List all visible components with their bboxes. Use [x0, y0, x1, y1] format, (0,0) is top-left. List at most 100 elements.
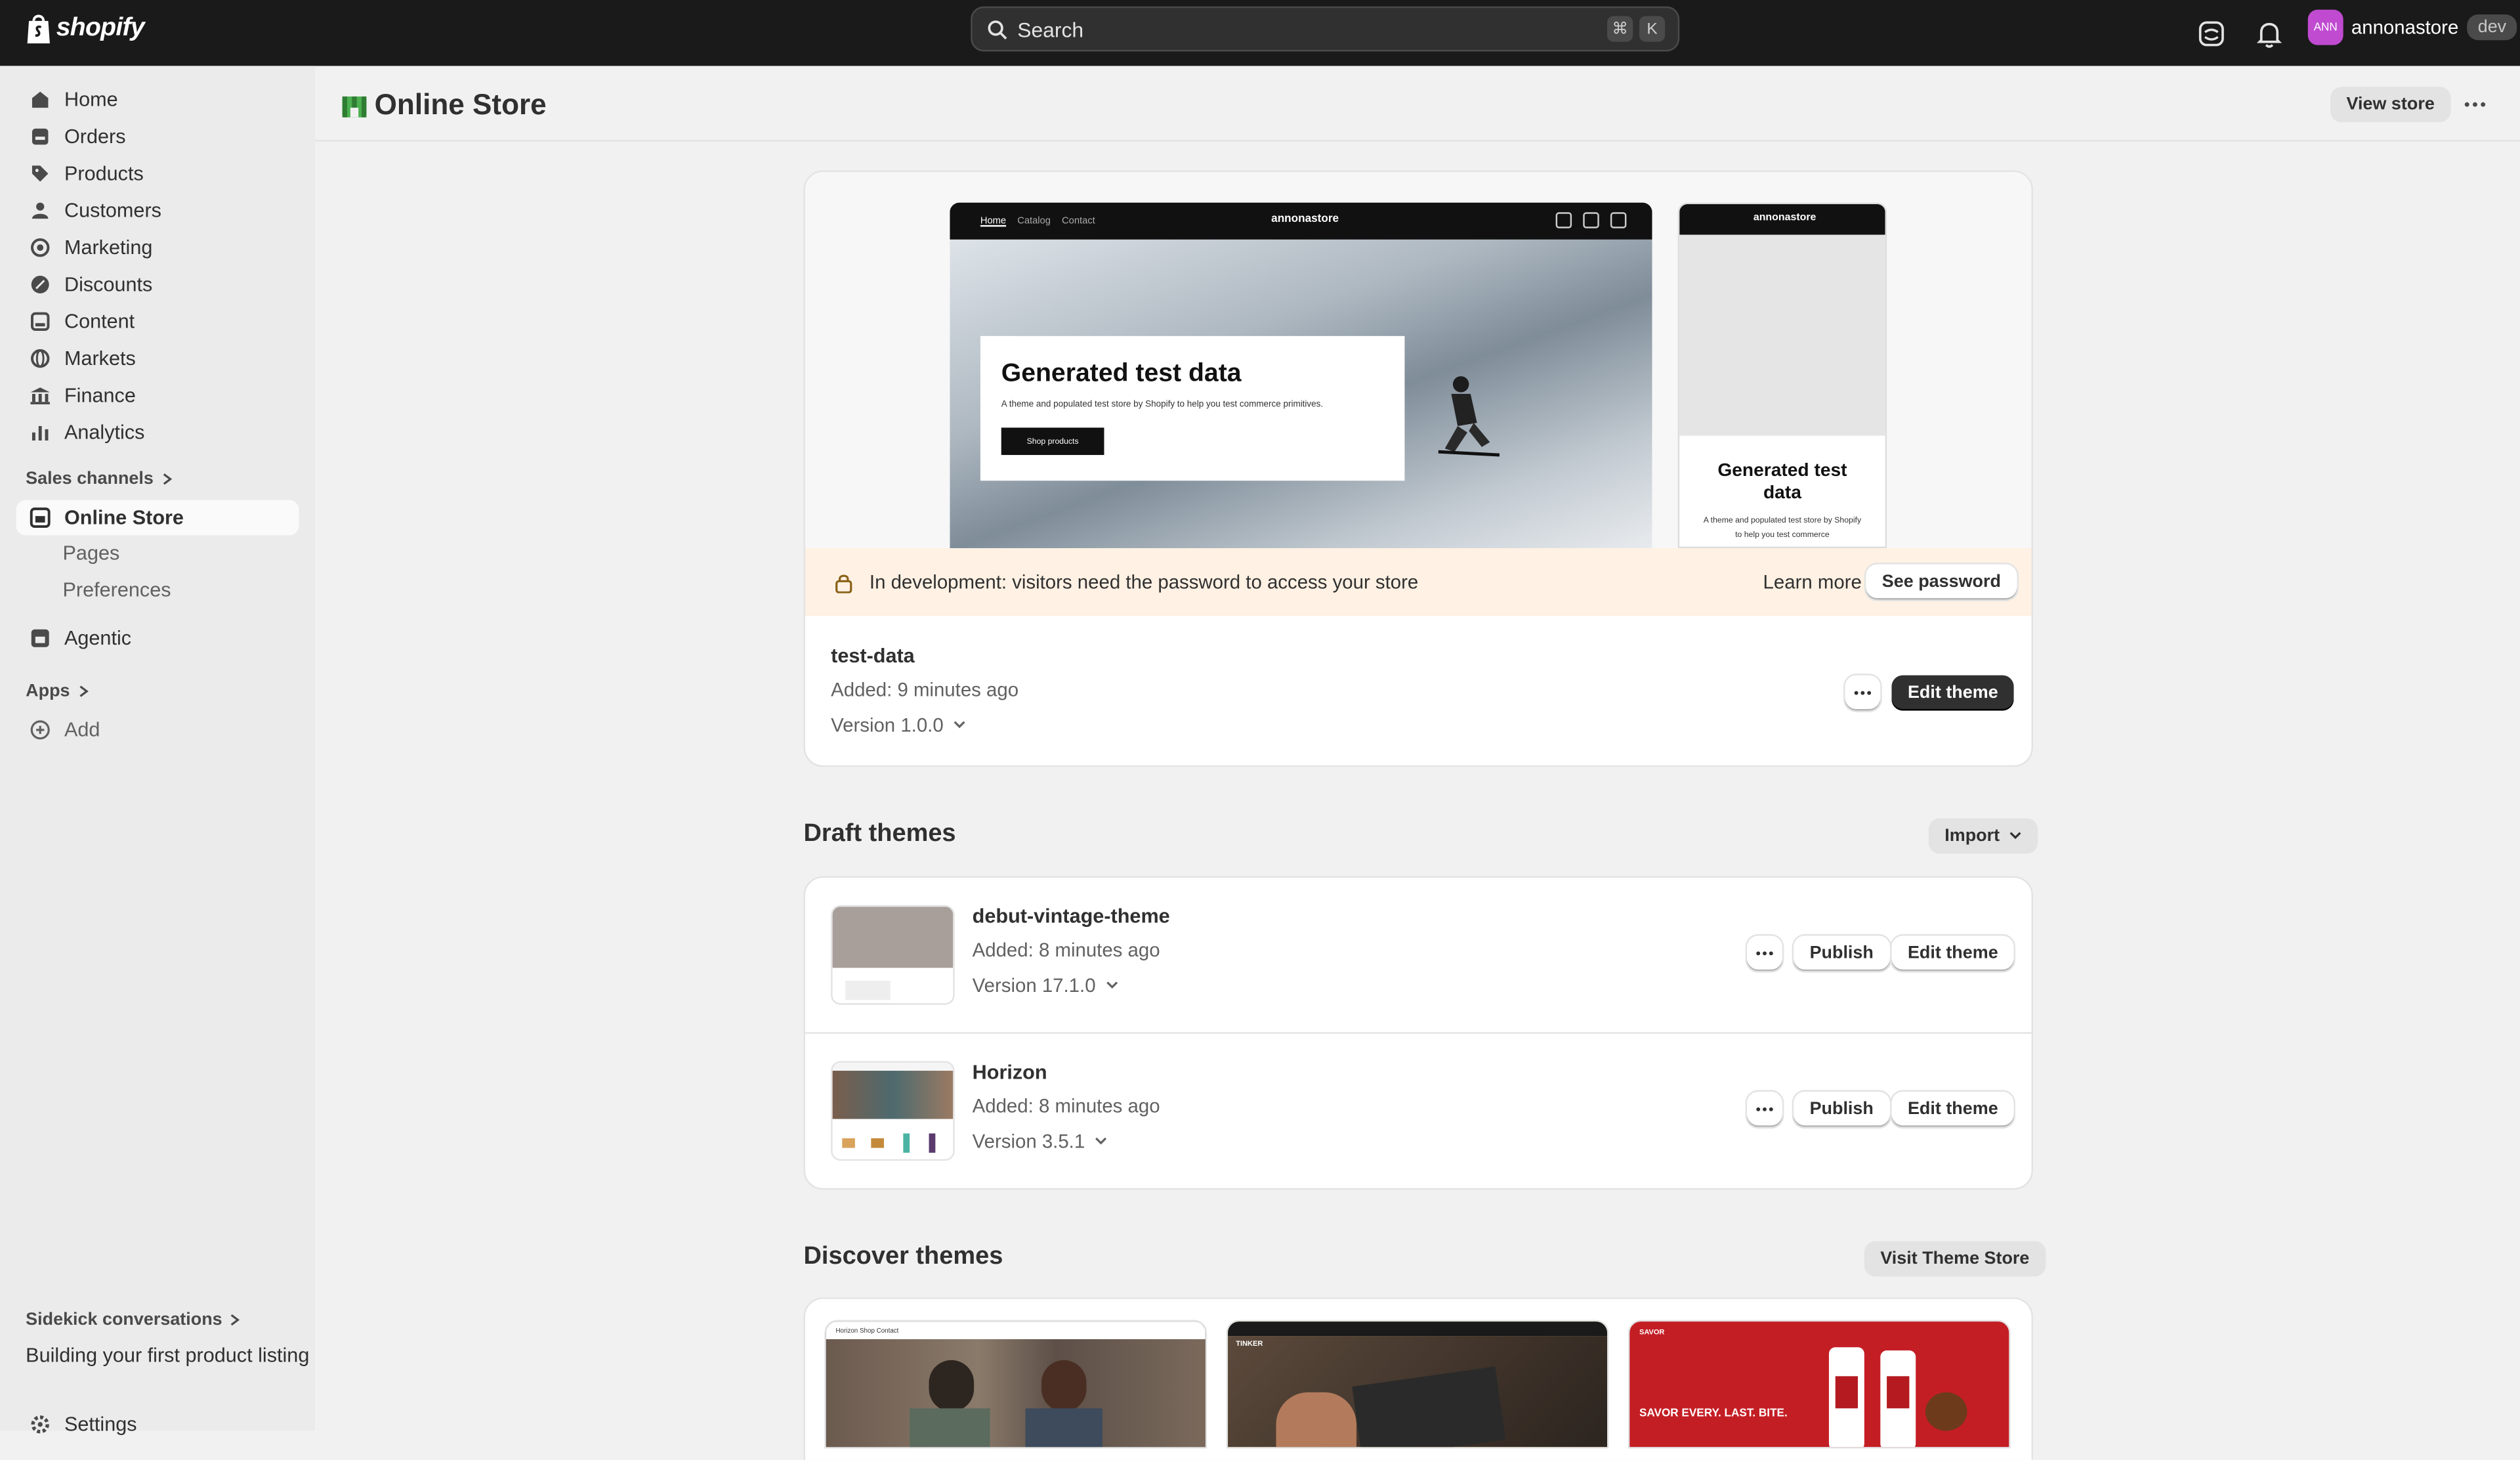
desktop-preview: Home Catalog Contact annonastore Generat… [950, 202, 1652, 549]
sidekick-conversations-heading[interactable]: Sidekick conversations [26, 1310, 242, 1329]
visit-theme-store-button[interactable]: Visit Theme Store [1864, 1241, 2046, 1277]
chevron-right-icon [228, 1314, 242, 1327]
sidebar-item-products[interactable]: Products [16, 156, 299, 192]
home-icon [29, 89, 51, 111]
sidebar-item-add-app[interactable]: Add [16, 712, 299, 748]
publish-button[interactable]: Publish [1794, 1091, 1890, 1127]
sidebar-item-label: Online Store [64, 506, 184, 529]
edit-live-theme-button[interactable]: Edit theme [1891, 675, 2015, 711]
globe-icon [29, 347, 51, 370]
draft-theme-version[interactable]: Version 3.5.1 [973, 1130, 1108, 1153]
draft-themes-heading: Draft themes [803, 819, 956, 848]
edit-theme-button[interactable]: Edit theme [1891, 935, 2015, 972]
live-theme-name: test-data [831, 645, 915, 668]
discover-card-brand: SAVOR [1639, 1327, 1665, 1337]
version-label: Version 3.5.1 [972, 1130, 1085, 1153]
chevron-down-icon [1105, 981, 1118, 991]
preview-hero-title: Generated test data [1001, 360, 1242, 388]
shopify-logo[interactable]: shopify [26, 13, 145, 45]
sidebar-item-label: Add [64, 718, 100, 741]
sidebar-item-label: Content [64, 310, 135, 333]
sidebar-subitem-preferences[interactable]: Preferences [63, 579, 171, 601]
sidebar-item-analytics[interactable]: Analytics [16, 415, 299, 450]
sidebar-item-label: Orders [64, 125, 126, 148]
sidekick-label: Sidekick conversations [26, 1310, 222, 1330]
mobile-hero-image [1679, 234, 1885, 436]
chevron-down-icon [1095, 1136, 1108, 1146]
sidebar-item-label: Discounts [64, 273, 153, 296]
sidekick-icon[interactable] [2192, 14, 2231, 53]
preview-nav-contact: Contact [1062, 216, 1095, 226]
draft-theme-more-button[interactable] [1747, 935, 1782, 972]
discover-theme-card[interactable]: TINKER [1226, 1320, 1609, 1449]
import-label: Import [1944, 826, 2000, 846]
import-button[interactable]: Import [1928, 818, 2038, 854]
sales-channels-label: Sales channels [26, 469, 154, 489]
sidebar-item-orders[interactable]: Orders [16, 119, 299, 154]
search-icon [1555, 212, 1572, 228]
sidekick-conversation-item[interactable]: Building your first product listing [26, 1344, 309, 1366]
sidebar-item-discounts[interactable]: Discounts [16, 267, 299, 303]
discover-card-tagline: SAVOR EVERY. LAST. BITE. [1639, 1408, 1788, 1420]
learn-more-link[interactable]: Learn more [1763, 570, 1862, 593]
view-store-button[interactable]: View store [2330, 87, 2451, 123]
inbox-icon [29, 125, 51, 148]
theme-preview[interactable]: Home Catalog Contact annonastore Generat… [805, 172, 2032, 549]
publish-button[interactable]: Publish [1794, 935, 1890, 972]
apps-heading[interactable]: Apps [26, 681, 89, 701]
sidebar-item-home[interactable]: Home [16, 82, 299, 118]
snowboarder-image [1425, 372, 1505, 468]
sidebar-item-label: Home [64, 88, 118, 111]
sidebar-item-label: Analytics [64, 421, 145, 444]
sidebar-item-marketing[interactable]: Marketing [16, 230, 299, 265]
password-banner: In development: visitors need the passwo… [805, 548, 2032, 616]
dev-badge: dev [2466, 14, 2518, 41]
discover-card-nav: Shop Contact [860, 1326, 899, 1335]
live-theme-version[interactable]: Version 1.0.0 [831, 714, 966, 737]
version-label: Version 1.0.0 [831, 714, 944, 737]
sidebar-item-finance[interactable]: Finance [16, 378, 299, 414]
draft-theme-name: debut-vintage-theme [972, 905, 1170, 928]
sidebar-item-label: Finance [64, 384, 136, 407]
sidebar-item-label: Settings [64, 1413, 137, 1436]
more-actions-icon[interactable] [2459, 93, 2491, 116]
account-menu[interactable]: ANN annonastore dev [2307, 9, 2518, 45]
preview-hero-subtitle: A theme and populated test store by Shop… [1001, 400, 1324, 410]
gear-icon [29, 1413, 51, 1436]
bell-icon[interactable] [2250, 14, 2289, 53]
banner-text: In development: visitors need the passwo… [869, 570, 1419, 593]
live-theme-card: Home Catalog Contact annonastore Generat… [803, 170, 2033, 767]
content-icon [29, 311, 51, 333]
search-bar[interactable]: Search ⌘ K [971, 6, 1680, 52]
version-label: Version 17.1.0 [972, 974, 1096, 997]
discover-theme-card[interactable]: SAVOR SAVOR EVERY. LAST. BITE. [1628, 1320, 2011, 1449]
discover-themes-heading: Discover themes [803, 1243, 1003, 1270]
tag-icon [29, 162, 51, 184]
row-divider [805, 1032, 2032, 1034]
sidebar-subitem-pages[interactable]: Pages [63, 542, 120, 564]
shortcut-key-k: K [1639, 16, 1666, 42]
sidebar-item-online-store[interactable]: Online Store [16, 500, 299, 536]
discover-theme-card[interactable]: Horizon Shop Contact [824, 1320, 1208, 1449]
draft-theme-version[interactable]: Version 17.1.0 [973, 974, 1118, 997]
sidebar-item-content[interactable]: Content [16, 304, 299, 339]
live-theme-more-button[interactable] [1845, 675, 1881, 711]
sales-channels-heading[interactable]: Sales channels [26, 469, 173, 488]
draft-theme-name: Horizon [972, 1061, 1047, 1084]
page-title: Online Store [341, 89, 547, 122]
sidebar-item-agentic[interactable]: Agentic [16, 620, 299, 656]
discover-card-brand: TINKER [1236, 1339, 1263, 1348]
see-password-button[interactable]: See password [1866, 564, 2017, 600]
chevron-down-icon [953, 720, 966, 730]
edit-theme-button[interactable]: Edit theme [1891, 1091, 2015, 1127]
debut-theme-thumbnail [831, 905, 955, 1005]
live-theme-added: Added: 9 minutes ago [831, 678, 1019, 701]
lock-icon [834, 572, 853, 593]
bank-icon [29, 384, 51, 406]
draft-theme-more-button[interactable] [1747, 1091, 1782, 1127]
sidebar-item-settings[interactable]: Settings [16, 1407, 299, 1442]
avatar: ANN [2307, 9, 2343, 45]
sidebar-item-markets[interactable]: Markets [16, 341, 299, 376]
bar-chart-icon [29, 421, 51, 444]
sidebar-item-customers[interactable]: Customers [16, 193, 299, 228]
